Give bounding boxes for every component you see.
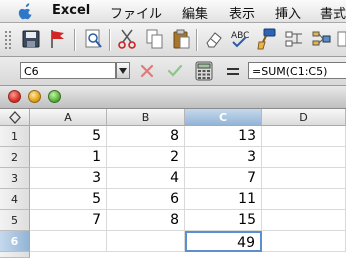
row-header-2[interactable]: 2 <box>0 147 30 168</box>
name-box[interactable]: C6 <box>20 62 116 79</box>
cell-a2[interactable]: 1 <box>30 147 107 168</box>
cell-a4[interactable]: 5 <box>30 189 107 210</box>
workbook-title-bar <box>0 86 346 109</box>
menu-file[interactable]: ファイル <box>110 3 162 22</box>
cell-c2[interactable]: 3 <box>185 147 262 168</box>
cell-d1[interactable] <box>262 126 346 147</box>
svg-text:ABC: ABC <box>231 31 249 41</box>
zoom-button[interactable] <box>48 90 61 103</box>
cell-b2[interactable]: 2 <box>107 147 185 168</box>
cell-c5[interactable]: 15 <box>185 210 262 231</box>
cell-d2[interactable] <box>262 147 346 168</box>
cell-a5[interactable]: 7 <box>30 210 107 231</box>
minimize-button[interactable] <box>28 90 41 103</box>
cancel-icon[interactable] <box>138 62 156 80</box>
spreadsheet-grid: A B C D 1 5 8 13 2 1 2 3 3 3 4 7 4 5 6 1… <box>0 109 346 258</box>
menu-app-excel[interactable]: Excel <box>52 3 90 18</box>
print-preview-icon[interactable] <box>82 27 104 51</box>
standard-toolbar: ABC <box>0 23 346 57</box>
select-all-corner[interactable] <box>0 109 30 126</box>
cell-a3[interactable]: 3 <box>30 168 107 189</box>
menu-insert[interactable]: 挿入 <box>275 3 301 22</box>
eraser-icon[interactable] <box>203 27 225 51</box>
row-header-7[interactable] <box>0 252 30 258</box>
calculator-icon[interactable] <box>194 61 214 81</box>
cell-b6[interactable] <box>107 231 185 252</box>
cell-c1[interactable]: 13 <box>185 126 262 147</box>
row-header-1[interactable]: 1 <box>0 126 30 147</box>
menu-format[interactable]: 書式 <box>320 3 346 22</box>
cell-b4[interactable]: 6 <box>107 189 185 210</box>
close-button[interactable] <box>8 90 21 103</box>
apple-menu-icon[interactable] <box>18 2 34 20</box>
chevron-down-icon <box>119 68 127 74</box>
cell-d3[interactable] <box>262 168 346 189</box>
name-box-dropdown[interactable] <box>116 62 130 79</box>
cut-icon[interactable] <box>116 27 138 51</box>
column-header-d[interactable]: D <box>262 109 346 126</box>
cell-b3[interactable]: 4 <box>107 168 185 189</box>
menu-bar: Excel ファイル 編集 表示 挿入 書式 <box>0 0 346 23</box>
toolbar-separator <box>109 29 111 51</box>
row-header-3[interactable]: 3 <box>0 168 30 189</box>
active-cell-c6[interactable]: 49 <box>185 231 262 252</box>
flag-icon[interactable] <box>46 27 68 51</box>
cell-a1[interactable]: 5 <box>30 126 107 147</box>
column-header-a[interactable]: A <box>30 109 107 126</box>
formula-bar: C6 =SUM(C1:C5) <box>0 57 346 86</box>
cell-d4[interactable] <box>262 189 346 210</box>
enter-icon[interactable] <box>166 62 184 80</box>
structure-icon[interactable] <box>310 27 332 51</box>
column-header-b[interactable]: B <box>107 109 185 126</box>
equals-icon <box>227 68 239 75</box>
row-header-6[interactable]: 6 <box>0 231 30 252</box>
cell-b1[interactable]: 8 <box>107 126 185 147</box>
cell-c4[interactable]: 11 <box>185 189 262 210</box>
formula-input[interactable]: =SUM(C1:C5) <box>248 62 346 79</box>
cell-d6[interactable] <box>262 231 346 252</box>
outline-icon[interactable] <box>283 27 305 51</box>
menu-view[interactable]: 表示 <box>229 3 255 22</box>
cell-c3[interactable]: 7 <box>185 168 262 189</box>
toolbar-separator <box>196 29 198 51</box>
save-icon[interactable] <box>20 27 42 51</box>
cell-d5[interactable] <box>262 210 346 231</box>
spelling-icon[interactable]: ABC <box>229 27 251 51</box>
cell-b5[interactable]: 8 <box>107 210 185 231</box>
toolbar-grip-icon[interactable] <box>4 29 12 51</box>
cell-a6[interactable] <box>30 231 107 252</box>
format-painter-icon[interactable] <box>256 27 278 51</box>
toolbar-separator <box>74 29 76 51</box>
paste-icon[interactable] <box>170 27 192 51</box>
column-header-c[interactable]: C <box>185 109 262 126</box>
row-header-5[interactable]: 5 <box>0 210 30 231</box>
menu-edit[interactable]: 編集 <box>182 3 208 22</box>
toolbar-overflow-icon[interactable] <box>336 27 346 51</box>
row-header-4[interactable]: 4 <box>0 189 30 210</box>
copy-icon[interactable] <box>143 27 165 51</box>
diamond-icon <box>9 111 21 124</box>
